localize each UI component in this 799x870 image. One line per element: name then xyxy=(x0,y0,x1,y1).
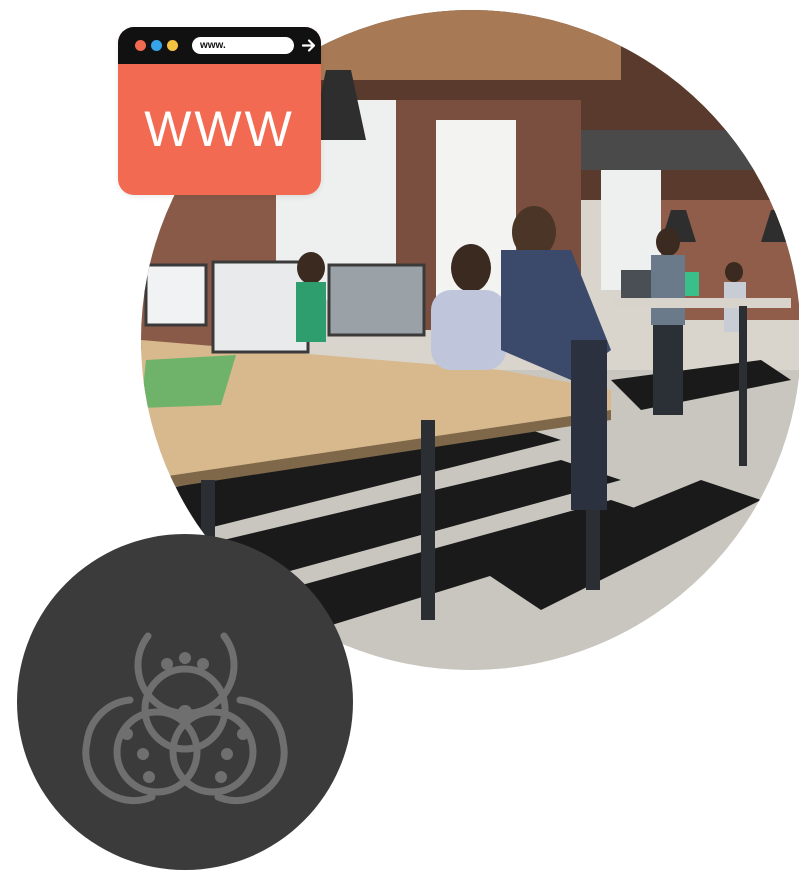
biohazard-icon xyxy=(82,632,288,805)
maximize-dot-icon xyxy=(167,40,178,51)
address-bar: www. xyxy=(192,37,294,54)
browser-title-bar: www. xyxy=(118,27,321,64)
www-label: WWW xyxy=(144,101,295,157)
biohazard-badge xyxy=(17,534,353,870)
arrow-right-icon xyxy=(301,39,316,52)
minimize-dot-icon xyxy=(151,40,162,51)
browser-window-card: www. WWW xyxy=(118,27,321,195)
close-dot-icon xyxy=(135,40,146,51)
